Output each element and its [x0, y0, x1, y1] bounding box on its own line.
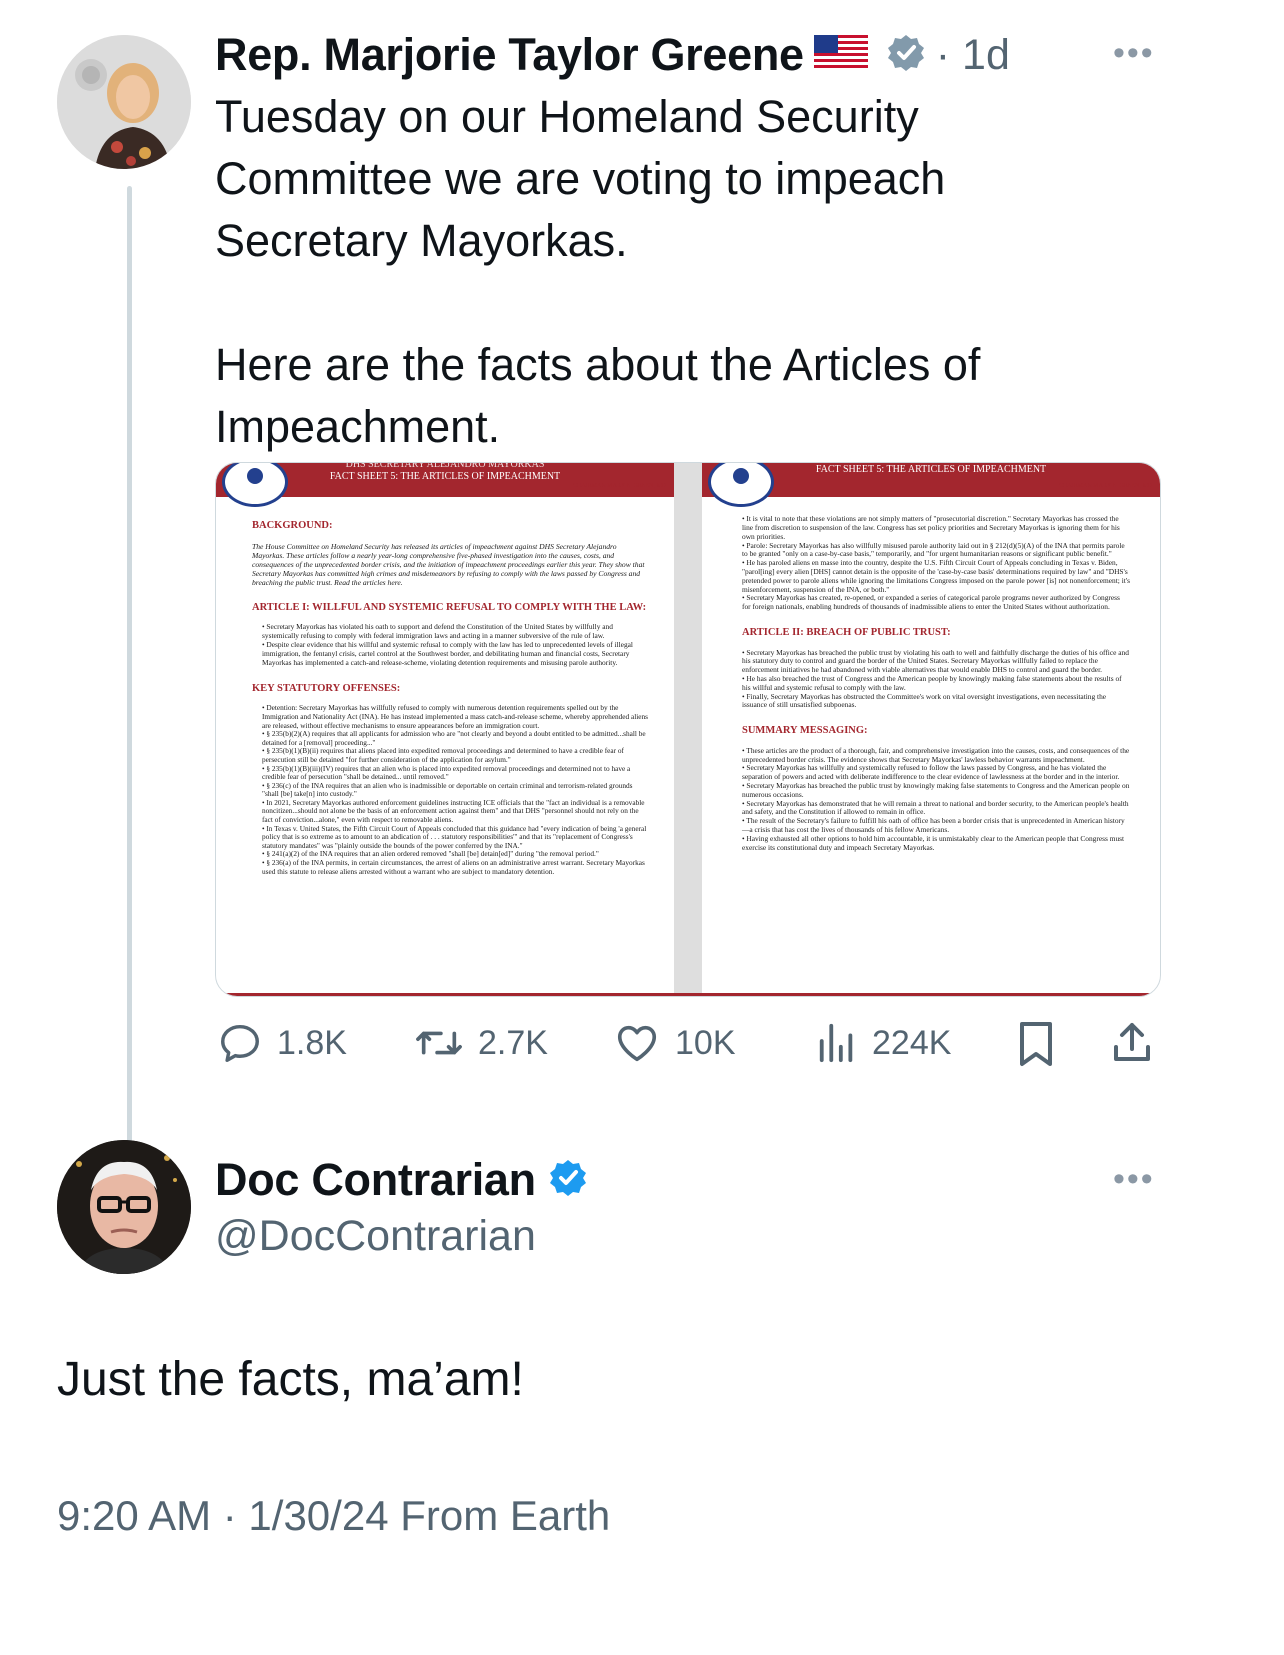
background-heading: BACKGROUND:: [252, 520, 333, 532]
tweet-header-2: Doc Contrarian: [215, 1150, 588, 1210]
author-handle[interactable]: @DocContrarian: [215, 1212, 536, 1261]
banner-top-text: DHS SECRETARY ALEJANDRO MAYORKAS: [345, 463, 545, 470]
chairman-name-right: CHAIRMAN MARK E. GREEN, MD: [1058, 483, 1152, 489]
more-options-icon[interactable]: •••: [1113, 34, 1155, 73]
avatar[interactable]: [57, 1140, 191, 1274]
fact-sheet-left-text: BACKGROUND: The House Committee on Homel…: [252, 511, 650, 886]
tweet-header: Rep. Marjorie Taylor Greene · 1d: [215, 24, 1010, 86]
article-2-heading: ARTICLE II: BREACH OF PUBLIC TRUST:: [742, 627, 951, 639]
author-name-2[interactable]: Doc Contrarian: [215, 1154, 536, 1206]
summary-text: • These articles are the product of a th…: [742, 745, 1130, 852]
more-options-icon[interactable]: •••: [1113, 1160, 1155, 1199]
share-button[interactable]: [1108, 1018, 1156, 1073]
author-name[interactable]: Rep. Marjorie Taylor Greene: [215, 29, 804, 81]
reply-icon: [221, 1024, 259, 1062]
reply-count: 1.8K: [277, 1023, 347, 1062]
fact-sheet-page-left: DHS SECRETARY ALEJANDRO MAYORKAS FACT SH…: [216, 463, 674, 996]
views-button[interactable]: 224K: [816, 1020, 951, 1066]
views-chart-icon: [819, 1023, 853, 1063]
verified-badge-icon[interactable]: [548, 1158, 588, 1203]
view-count: 224K: [872, 1023, 952, 1062]
article-1-heading: ARTICLE I: WILLFUL AND SYSTEMIC REFUSAL …: [252, 601, 647, 613]
page-gutter: [674, 463, 702, 996]
summary-heading: SUMMARY MESSAGING:: [742, 725, 868, 737]
like-button[interactable]: 10K: [613, 1020, 736, 1066]
tweet-text: Tuesday on our Homeland Security Committ…: [215, 91, 981, 452]
avatar[interactable]: [57, 35, 191, 169]
post-time[interactable]: · 1d: [936, 31, 1010, 80]
repost-icon: [416, 1031, 462, 1055]
avatar-photo-icon: [57, 35, 191, 169]
chairman-name: CHAIRMAN MARK E. GREEN, MD: [572, 483, 666, 489]
share-icon: [1114, 1023, 1150, 1061]
article-1-text: • Secretary Mayorkas has violated his oa…: [262, 622, 633, 667]
attached-image[interactable]: DHS SECRETARY ALEJANDRO MAYORKAS FACT SH…: [215, 462, 1161, 997]
thread-connector-line: [127, 186, 132, 1190]
committee-seal-right-icon: [708, 463, 774, 507]
fact-sheet-footer-rule: [216, 993, 1160, 996]
post-timestamp[interactable]: 9:20 AM · 1/30/24 From Earth: [57, 1492, 610, 1540]
bookmark-icon: [1020, 1022, 1052, 1066]
verified-badge-icon[interactable]: [886, 33, 926, 78]
us-flag-icon: [813, 34, 868, 76]
repost-button[interactable]: 2.7K: [414, 1020, 548, 1066]
fact-sheet-right-text: • It is vital to note that these violati…: [742, 505, 1130, 863]
repost-count: 2.7K: [478, 1023, 548, 1062]
intro-text: • It is vital to note that these violati…: [742, 514, 1131, 612]
bookmark-button[interactable]: [1016, 1020, 1056, 1073]
article-2-text: • Secretary Mayorkas has breached the pu…: [742, 647, 1129, 710]
avatar-photo-icon: [57, 1140, 191, 1274]
reply-button[interactable]: 1.8K: [217, 1020, 347, 1066]
fact-sheet-page-right: FACT SHEET 5: THE ARTICLES OF IMPEACHMEN…: [702, 463, 1160, 996]
heart-icon: [617, 1025, 657, 1062]
tweet-text-2: Just the facts, ma’am!: [57, 1353, 524, 1406]
background-text: The House Committee on Homeland Security…: [252, 541, 645, 587]
committee-seal-icon: [222, 463, 288, 507]
offenses-text: • Detention: Secretary Mayorkas has will…: [262, 703, 648, 876]
like-count: 10K: [675, 1023, 736, 1062]
offenses-heading: KEY STATUTORY OFFENSES:: [252, 682, 401, 694]
